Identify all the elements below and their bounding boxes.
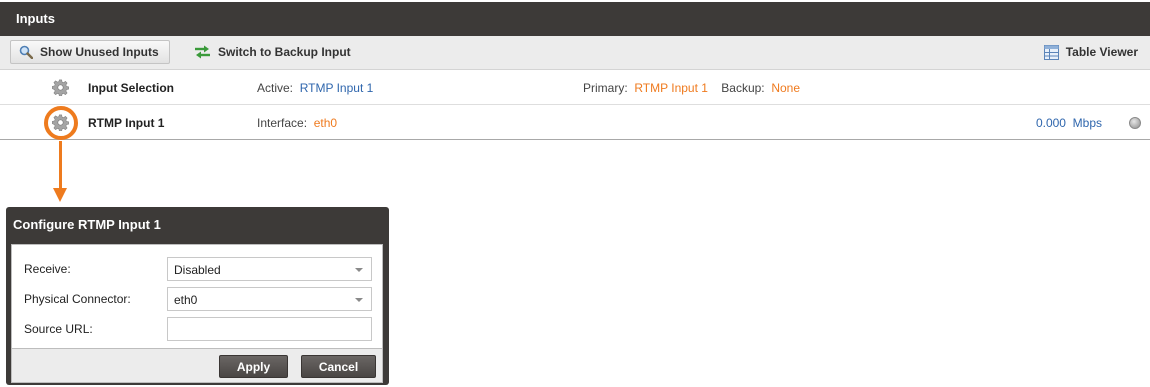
interface-label: Interface: (257, 116, 308, 130)
interface-value: eth0 (313, 116, 338, 130)
active-input-value[interactable]: RTMP Input 1 (300, 81, 374, 95)
magnifier-icon (19, 45, 33, 59)
bitrate-readout: 0.000 Mbps (1036, 116, 1102, 130)
interface-info: Interface: eth0 (257, 116, 337, 130)
active-label: Active: (257, 81, 294, 95)
active-input-info: Active: RTMP Input 1 (257, 81, 373, 95)
switch-to-backup-label: Switch to Backup Input (218, 45, 351, 59)
primary-input-value: RTMP Input 1 (634, 81, 708, 95)
source-url-label: Source URL: (24, 322, 93, 336)
switch-arrows-icon (195, 45, 210, 59)
chevron-down-icon (355, 298, 363, 302)
physical-connector-label: Physical Connector: (24, 292, 131, 306)
inputs-panel-header: Inputs (0, 2, 1150, 36)
bitrate-value: 0.000 (1035, 116, 1066, 130)
show-unused-inputs-label: Show Unused Inputs (40, 45, 159, 59)
cancel-button[interactable]: Cancel (301, 355, 376, 378)
dialog-footer: Apply Cancel (11, 349, 383, 383)
table-viewer-label: Table Viewer (1065, 45, 1138, 59)
primary-backup-info: Primary: RTMP Input 1 Backup: None (583, 81, 800, 95)
receive-label: Receive: (24, 262, 71, 276)
table-icon (1043, 44, 1059, 60)
dialog-form: Receive: Disabled Physical Connector: et… (11, 244, 383, 349)
backup-input-value: None (771, 81, 800, 95)
backup-label: Backup: (721, 81, 765, 95)
apply-button[interactable]: Apply (219, 355, 288, 378)
panel-title: Inputs (16, 11, 55, 26)
callout-ring (44, 106, 78, 140)
source-url-input[interactable] (167, 317, 372, 341)
switch-to-backup-button[interactable]: Switch to Backup Input (194, 40, 351, 64)
receive-select[interactable]: Disabled (167, 257, 372, 281)
receive-select-value: Disabled (174, 263, 221, 277)
callout-arrow-head (53, 188, 67, 202)
physical-connector-select[interactable]: eth0 (167, 287, 372, 311)
row-name: RTMP Input 1 (88, 116, 165, 130)
primary-label: Primary: (583, 81, 628, 95)
physical-connector-value: eth0 (174, 293, 198, 307)
bitrate-unit: Mbps (1072, 116, 1102, 130)
input-selection-row[interactable]: Input Selection Active: RTMP Input 1 Pri… (0, 70, 1150, 105)
configure-input-dialog: Configure RTMP Input 1 Receive: Disabled… (6, 207, 389, 385)
status-led-icon (1129, 117, 1141, 129)
table-viewer-button[interactable]: Table Viewer (1043, 40, 1138, 64)
show-unused-inputs-button[interactable]: Show Unused Inputs (10, 40, 170, 64)
callout-arrow-line (59, 141, 62, 189)
dialog-title: Configure RTMP Input 1 (13, 217, 161, 232)
gear-icon[interactable] (52, 79, 69, 96)
inputs-toolbar: Show Unused Inputs Switch to Backup Inpu… (0, 36, 1150, 70)
rtmp-input-row[interactable]: RTMP Input 1 Interface: eth0 0.000 Mbps (0, 105, 1150, 140)
row-name: Input Selection (88, 81, 175, 95)
chevron-down-icon (355, 268, 363, 272)
